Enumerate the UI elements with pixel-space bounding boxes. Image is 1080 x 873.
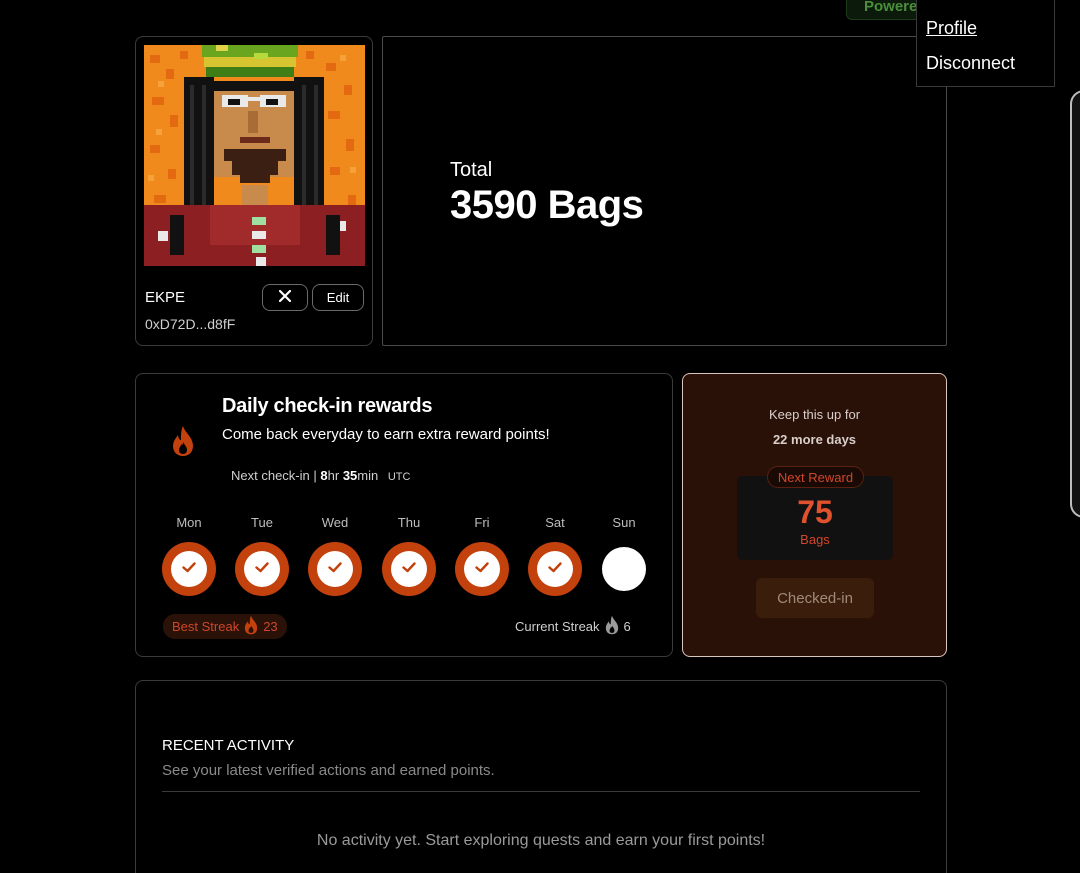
next-reward-tag: Next Reward — [767, 466, 864, 488]
timezone-label: UTC — [387, 471, 411, 483]
day-sat: Sat — [528, 515, 582, 596]
day-checked-indicator — [308, 542, 362, 596]
total-label: Total — [450, 159, 493, 181]
check-icon — [255, 560, 269, 578]
flame-icon — [170, 425, 196, 462]
check-icon — [182, 560, 196, 578]
edit-profile-button[interactable]: Edit — [312, 284, 364, 311]
day-checked-indicator — [528, 542, 582, 596]
daily-checkin-card: Daily check-in rewards Come back everyda… — [135, 373, 673, 657]
side-panel-handle[interactable] — [1070, 90, 1080, 518]
day-wed: Wed — [308, 515, 362, 596]
reward-unit: Bags — [800, 532, 830, 547]
countdown-minutes: 35 — [342, 468, 358, 483]
day-unchecked-indicator — [602, 547, 646, 591]
profile-name: EKPE — [145, 289, 186, 306]
countdown-hours: 8 — [320, 468, 328, 483]
day-tue: Tue — [235, 515, 289, 596]
menu-item-profile[interactable]: Profile — [926, 18, 977, 39]
recent-activity-card: RECENT ACTIVITY See your latest verified… — [135, 680, 947, 873]
day-label: Sun — [612, 515, 636, 530]
reward-value: 75 — [797, 494, 833, 530]
day-label: Sat — [545, 515, 565, 530]
best-streak-label: Best Streak — [172, 619, 240, 634]
day-mon: Mon — [162, 515, 216, 596]
activity-subtitle: See your latest verified actions and ear… — [162, 762, 495, 779]
next-checkin-countdown: Next check-in | 8hr 35min UTC — [231, 468, 410, 483]
days-remaining: 22 more days — [772, 432, 857, 447]
check-icon — [475, 560, 489, 578]
day-checked-indicator — [162, 542, 216, 596]
day-label: Tue — [251, 515, 273, 530]
close-icon — [278, 289, 292, 307]
check-icon — [402, 560, 416, 578]
day-label: Wed — [321, 515, 349, 530]
day-sun: Sun — [597, 515, 651, 591]
total-value: 3590 Bags — [450, 183, 644, 227]
day-thu: Thu — [382, 515, 436, 596]
current-streak-label: Current Streak — [515, 619, 600, 634]
day-checked-indicator — [235, 542, 289, 596]
checkin-subtitle: Come back everyday to earn extra reward … — [222, 426, 550, 443]
minutes-unit: min — [357, 468, 379, 483]
keep-up-label: Keep this up for — [768, 407, 861, 422]
day-checked-indicator — [455, 542, 509, 596]
countdown-separator: | — [313, 468, 317, 483]
powered-by-label: Powere — [864, 0, 918, 15]
menu-item-disconnect[interactable]: Disconnect — [926, 53, 1015, 74]
flame-icon — [243, 615, 259, 638]
clear-button[interactable] — [262, 284, 308, 311]
hours-unit: hr — [327, 468, 340, 483]
flame-icon — [604, 615, 620, 638]
divider — [162, 791, 920, 792]
current-streak-value: 6 — [623, 619, 631, 634]
check-icon — [548, 560, 562, 578]
day-checked-indicator — [382, 542, 436, 596]
profile-card: EKPE 0xD72D...d8fF Edit — [135, 36, 373, 346]
best-streak-value: 23 — [263, 619, 278, 634]
account-menu: Profile Disconnect — [916, 0, 1055, 87]
check-icon — [328, 560, 342, 578]
day-label: Mon — [176, 515, 202, 530]
day-fri: Fri — [455, 515, 509, 596]
next-checkin-label: Next check-in — [231, 468, 310, 483]
streak-reward-card: Keep this up for 22 more days Next Rewar… — [682, 373, 947, 657]
day-label: Thu — [397, 515, 421, 530]
checked-in-button[interactable]: Checked-in — [756, 578, 874, 618]
wallet-address: 0xD72D...d8fF — [145, 316, 236, 332]
checkin-title: Daily check-in rewards — [222, 395, 433, 417]
day-label: Fri — [474, 515, 490, 530]
total-points-card: Total 3590 Bags — [382, 36, 947, 346]
avatar — [144, 45, 365, 266]
current-streak: Current Streak 6 — [515, 614, 631, 639]
activity-title: RECENT ACTIVITY — [162, 737, 295, 754]
best-streak-badge: Best Streak 23 — [163, 614, 287, 639]
activity-empty-state: No activity yet. Start exploring quests … — [316, 832, 766, 849]
powered-by-badge[interactable]: Powere — [846, 0, 926, 20]
